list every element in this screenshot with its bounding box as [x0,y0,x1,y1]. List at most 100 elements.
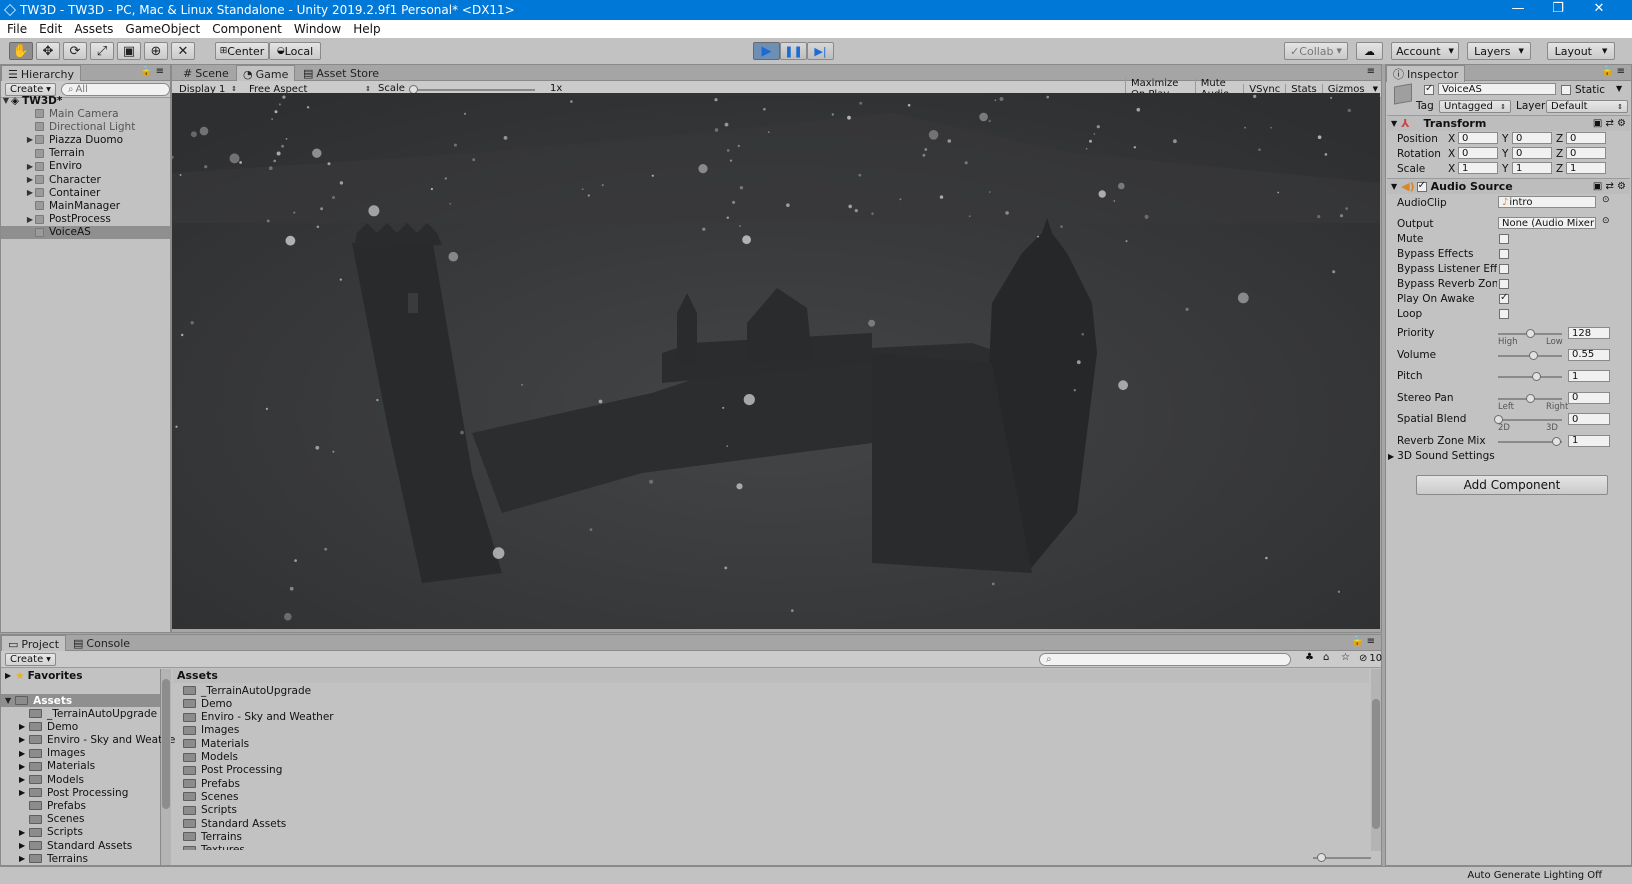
filter-label-icon[interactable]: ⌂ [1323,652,1329,663]
project-tree-item[interactable]: ▶ Post Processing [19,786,128,799]
tree-scroll-thumb[interactable] [162,679,170,809]
audio-slider-handle[interactable] [1529,350,1539,360]
hierarchy-item[interactable]: ▶ PostProcess [1,213,170,226]
tab-game[interactable]: ◔ Game [236,65,296,82]
cloud-button[interactable]: ☁ [1356,42,1383,60]
project-tree-item[interactable]: ▶ Demo [19,720,78,733]
panel-menu-icon[interactable]: 🔒 ≡ [140,66,164,77]
component-menu-icon[interactable]: ▣ ⇄ ⚙ [1593,118,1626,129]
audio-option-checkbox[interactable] [1499,249,1509,259]
object-picker-icon[interactable]: ⊙ [1602,216,1610,226]
transform-x-field[interactable]: 0 [1458,132,1498,144]
pause-button[interactable]: ❚❚ [780,42,807,60]
audio-slider-value[interactable]: 0.55 [1568,348,1610,361]
project-tree-item[interactable]: ▶ Standard Assets [19,839,132,852]
project-folder-item[interactable]: Demo [183,697,232,710]
tab-console[interactable]: ▤ Console [67,635,136,651]
expand-arrow-icon[interactable]: ▶ [19,735,29,744]
project-folder-item[interactable]: Standard Assets [183,817,286,830]
expand-arrow-icon[interactable]: ▼ [1391,182,1397,191]
scale-tool-button[interactable]: ⤢ [90,42,114,60]
play-button[interactable]: ▶ [753,42,780,60]
pivot-center-button[interactable]: ⊞ Center [215,42,269,60]
project-folder-item[interactable]: Models [183,751,238,764]
audio-slider-handle[interactable] [1532,372,1542,381]
object-name-field[interactable]: VoiceAS [1438,83,1556,95]
transform-z-field[interactable]: 0 [1566,147,1606,159]
expand-arrow-icon[interactable]: ▶ [19,828,29,837]
panel-menu-icon[interactable]: ≡ [1367,66,1375,77]
project-search-input[interactable]: ⌕ [1039,652,1291,666]
transform-y-field[interactable]: 0 [1512,147,1552,159]
project-folder-item[interactable]: Scenes [183,790,238,803]
move-tool-button[interactable]: ✥ [36,42,60,60]
project-folder-item[interactable]: Materials [183,737,249,750]
audioclip-field[interactable]: ♪ intro [1498,196,1596,208]
favorites-row[interactable]: ▶ ★ Favorites [5,669,82,682]
audio-slider-value[interactable]: 0 [1568,413,1610,425]
audio-option-checkbox[interactable] [1499,279,1509,289]
rect-tool-button[interactable]: ▣ [117,42,141,60]
object-picker-icon[interactable]: ⊙ [1602,195,1610,205]
expand-arrow-icon[interactable]: ▶ [25,135,35,144]
collab-button[interactable]: ✓ Collab ▼ [1284,42,1348,60]
list-scroll-thumb[interactable] [1372,699,1380,829]
project-tree-item[interactable]: _TerrainAutoUpgrade [19,707,157,720]
list-scrollbar[interactable] [1371,669,1381,851]
expand-arrow-icon[interactable]: ▶ [19,762,29,771]
project-folder-item[interactable]: Images [183,724,239,737]
layout-dropdown[interactable]: Layout ▼ [1547,42,1615,60]
project-folder-item[interactable]: Terrains [183,830,242,843]
transform-x-field[interactable]: 1 [1458,162,1498,174]
audio-slider-handle[interactable] [1551,436,1561,446]
expand-arrow-icon[interactable]: ▼ [5,696,11,705]
tab-hierarchy[interactable]: ☰ Hierarchy [1,65,82,82]
audio-slider-handle[interactable] [1526,393,1535,403]
close-icon[interactable]: ✕ [1576,1,1622,16]
audio-option-checkbox[interactable] [1499,292,1509,304]
static-checkbox[interactable] [1561,85,1571,95]
expand-arrow-icon[interactable]: ▼ [1391,119,1397,128]
transform-z-field[interactable]: 1 [1566,162,1606,174]
hierarchy-item[interactable]: ▶ Container [1,186,170,199]
menu-assets[interactable]: Assets [74,22,113,36]
transform-y-field[interactable]: 0 [1512,132,1552,144]
expand-arrow-icon[interactable]: ▶ [25,175,35,184]
hand-tool-button[interactable]: ✋ [9,42,33,60]
menu-component[interactable]: Component [212,22,282,36]
project-tree-item[interactable]: ▶ Models [19,773,84,786]
component-menu-icon[interactable]: ▣ ⇄ ⚙ [1593,181,1626,192]
tag-dropdown[interactable]: Untagged ⇕ [1439,100,1511,113]
filter-type-icon[interactable]: ♣ [1305,652,1314,663]
menu-edit[interactable]: Edit [39,22,62,36]
menu-window[interactable]: Window [294,22,341,36]
custom-tool-button[interactable]: ✕ [171,42,195,60]
breadcrumb[interactable]: Assets [173,669,1369,683]
project-folder-item[interactable]: Textures [183,844,245,850]
tree-scrollbar[interactable] [161,669,171,865]
transform-header[interactable]: ▼ ⅄ Transform ▣ ⇄ ⚙ [1387,115,1630,131]
expand-arrow-icon[interactable]: ▶ [19,841,29,850]
chevron-down-icon[interactable]: ▼ [1616,84,1622,93]
tab-asset-store[interactable]: ▤ Asset Store [297,65,385,81]
project-folder-item[interactable]: Scripts [183,804,237,817]
panel-menu-icon[interactable]: 🔒 ≡ [1601,66,1625,77]
scale-slider-track[interactable] [413,89,535,91]
restore-icon[interactable]: ❐ [1535,1,1581,16]
tab-project[interactable]: ▭ Project [1,635,67,652]
expand-arrow-icon[interactable]: ▶ [25,188,35,197]
project-folder-item[interactable]: Enviro - Sky and Weather [183,711,334,724]
expand-arrow-icon[interactable]: ▶ [5,671,11,680]
tab-inspector[interactable]: ⓘ Inspector [1386,65,1466,82]
project-folder-item[interactable]: _TerrainAutoUpgrade [183,684,311,697]
menu-gameobject[interactable]: GameObject [125,22,200,36]
audio-option-checkbox[interactable] [1499,264,1509,274]
scene-root[interactable]: ▼ ◈ TW3D* [1,94,170,107]
sound3d-foldout[interactable]: ▶ 3D Sound Settings [1388,450,1495,462]
hierarchy-item[interactable]: Terrain [1,147,170,160]
transform-tool-button[interactable]: ⊕ [144,42,168,60]
hidden-count[interactable]: ⊘ 10 [1359,653,1382,664]
expand-arrow-icon[interactable]: ▶ [25,162,35,171]
audio-slider-track[interactable] [1498,419,1562,421]
panel-menu-icon[interactable]: 🔒 ≡ [1351,636,1375,647]
